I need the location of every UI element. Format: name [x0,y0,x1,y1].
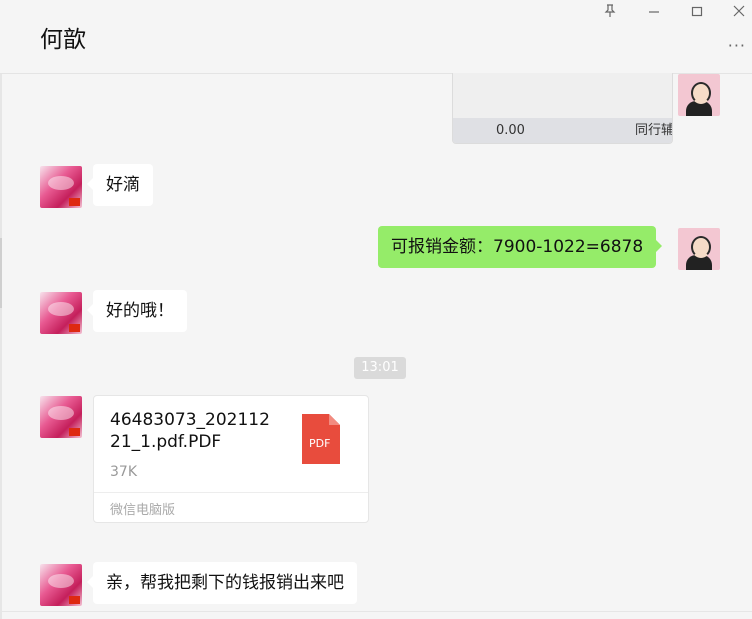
file-message-card[interactable]: 46483073_20211221_1.pdf.PDF 37K PDF 微信电脑… [93,395,369,523]
file-source: 微信电脑版 [110,503,176,518]
message-text: 亲，帮我把剩下的钱报销出来吧 [106,573,344,593]
chat-header: 何歆 ··· [0,0,752,74]
file-size: 37K [110,464,137,480]
file-name: 46483073_20211221_1.pdf.PDF [110,410,270,452]
timestamp: 13:01 [354,357,406,379]
transfer-card[interactable]: 0.00 同行辅 [452,73,673,144]
message-bubble-sent[interactable]: 可报销金额：7900-1022=6878 [378,226,663,268]
maximize-icon[interactable] [687,4,707,22]
pdf-icon-label: PDF [309,437,331,450]
pin-icon[interactable] [600,4,620,22]
divider [94,492,368,493]
close-icon[interactable] [729,4,749,22]
contact-avatar[interactable] [40,166,82,208]
message-text: 好的哦！ [106,301,174,321]
chat-title: 何歆 [40,27,86,53]
contact-avatar[interactable] [40,564,82,606]
contact-avatar[interactable] [40,396,82,438]
message-text: 好滴 [106,175,140,195]
my-avatar[interactable] [678,228,720,270]
more-icon[interactable]: ··· [728,36,746,55]
my-avatar[interactable] [678,74,720,116]
window-left-border [0,0,2,619]
message-bubble[interactable]: 亲，帮我把剩下的钱报销出来吧 [87,562,357,604]
contact-avatar[interactable] [40,292,82,334]
message-bubble[interactable]: 好的哦！ [87,290,187,332]
message-text: 可报销金额：7900-1022=6878 [391,237,644,257]
transfer-amount: 0.00 [496,123,525,138]
message-bubble[interactable]: 好滴 [87,164,153,206]
minimize-icon[interactable] [644,4,664,22]
resize-handle[interactable] [0,238,2,308]
transfer-tag: 同行辅 [635,123,673,138]
input-area-border [0,611,752,612]
